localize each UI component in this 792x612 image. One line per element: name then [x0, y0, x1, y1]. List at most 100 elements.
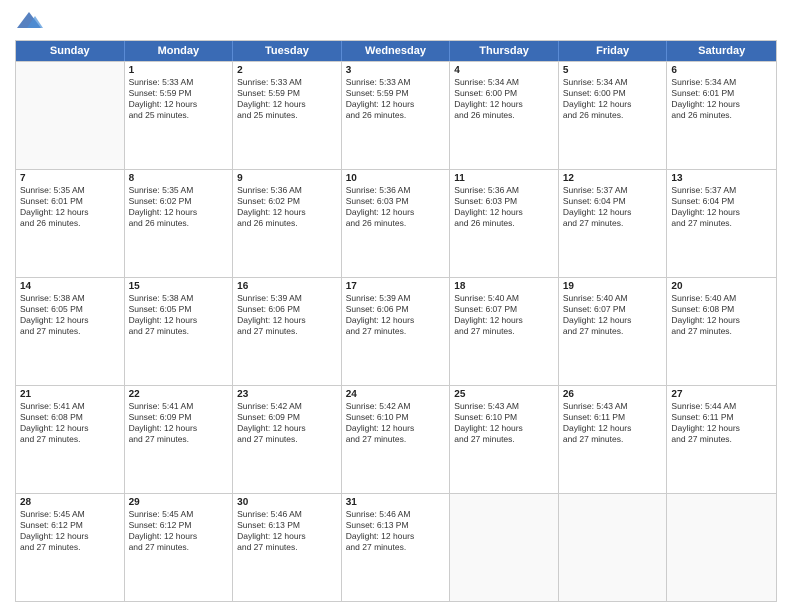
header-day-tuesday: Tuesday — [233, 41, 342, 61]
daylight-text: Daylight: 12 hours — [237, 531, 337, 542]
daylight-text: Daylight: 12 hours — [454, 207, 554, 218]
daylight-text: Daylight: 12 hours — [454, 423, 554, 434]
sunset-text: Sunset: 6:13 PM — [237, 520, 337, 531]
calendar-cell-4-2: 30Sunrise: 5:46 AMSunset: 6:13 PMDayligh… — [233, 494, 342, 601]
daylight-text: Daylight: 12 hours — [563, 99, 663, 110]
sunrise-text: Sunrise: 5:46 AM — [237, 509, 337, 520]
daylight-text: Daylight: 12 hours — [671, 423, 772, 434]
sunrise-text: Sunrise: 5:42 AM — [237, 401, 337, 412]
daylight-text2: and 27 minutes. — [563, 326, 663, 337]
sunrise-text: Sunrise: 5:36 AM — [454, 185, 554, 196]
daylight-text2: and 27 minutes. — [20, 326, 120, 337]
day-number: 2 — [237, 65, 337, 76]
calendar-cell-3-4: 25Sunrise: 5:43 AMSunset: 6:10 PMDayligh… — [450, 386, 559, 493]
daylight-text: Daylight: 12 hours — [346, 315, 446, 326]
sunset-text: Sunset: 6:08 PM — [671, 304, 772, 315]
daylight-text2: and 27 minutes. — [237, 542, 337, 553]
daylight-text: Daylight: 12 hours — [237, 423, 337, 434]
day-number: 23 — [237, 389, 337, 400]
daylight-text2: and 26 minutes. — [129, 218, 229, 229]
calendar-cell-0-3: 3Sunrise: 5:33 AMSunset: 5:59 PMDaylight… — [342, 62, 451, 169]
calendar-row-3: 21Sunrise: 5:41 AMSunset: 6:08 PMDayligh… — [16, 385, 776, 493]
sunset-text: Sunset: 6:02 PM — [237, 196, 337, 207]
sunrise-text: Sunrise: 5:36 AM — [237, 185, 337, 196]
day-number: 4 — [454, 65, 554, 76]
daylight-text: Daylight: 12 hours — [20, 423, 120, 434]
sunrise-text: Sunrise: 5:33 AM — [346, 77, 446, 88]
daylight-text2: and 27 minutes. — [20, 542, 120, 553]
sunrise-text: Sunrise: 5:45 AM — [20, 509, 120, 520]
calendar-cell-0-1: 1Sunrise: 5:33 AMSunset: 5:59 PMDaylight… — [125, 62, 234, 169]
sunset-text: Sunset: 6:05 PM — [129, 304, 229, 315]
header — [15, 10, 777, 32]
daylight-text: Daylight: 12 hours — [129, 423, 229, 434]
sunset-text: Sunset: 6:01 PM — [20, 196, 120, 207]
daylight-text2: and 27 minutes. — [454, 326, 554, 337]
sunrise-text: Sunrise: 5:43 AM — [563, 401, 663, 412]
daylight-text2: and 27 minutes. — [671, 218, 772, 229]
calendar-row-2: 14Sunrise: 5:38 AMSunset: 6:05 PMDayligh… — [16, 277, 776, 385]
calendar-cell-2-3: 17Sunrise: 5:39 AMSunset: 6:06 PMDayligh… — [342, 278, 451, 385]
calendar-cell-4-1: 29Sunrise: 5:45 AMSunset: 6:12 PMDayligh… — [125, 494, 234, 601]
day-number: 18 — [454, 281, 554, 292]
calendar-cell-3-3: 24Sunrise: 5:42 AMSunset: 6:10 PMDayligh… — [342, 386, 451, 493]
sunset-text: Sunset: 6:11 PM — [563, 412, 663, 423]
calendar-cell-1-0: 7Sunrise: 5:35 AMSunset: 6:01 PMDaylight… — [16, 170, 125, 277]
logo-icon — [15, 10, 43, 32]
day-number: 9 — [237, 173, 337, 184]
daylight-text: Daylight: 12 hours — [237, 99, 337, 110]
daylight-text: Daylight: 12 hours — [563, 423, 663, 434]
daylight-text2: and 25 minutes. — [129, 110, 229, 121]
day-number: 25 — [454, 389, 554, 400]
sunset-text: Sunset: 6:06 PM — [237, 304, 337, 315]
calendar-cell-0-6: 6Sunrise: 5:34 AMSunset: 6:01 PMDaylight… — [667, 62, 776, 169]
sunrise-text: Sunrise: 5:37 AM — [671, 185, 772, 196]
sunrise-text: Sunrise: 5:34 AM — [563, 77, 663, 88]
daylight-text2: and 27 minutes. — [671, 326, 772, 337]
calendar-header: SundayMondayTuesdayWednesdayThursdayFrid… — [16, 41, 776, 61]
sunset-text: Sunset: 6:01 PM — [671, 88, 772, 99]
day-number: 30 — [237, 497, 337, 508]
daylight-text2: and 25 minutes. — [237, 110, 337, 121]
calendar-cell-4-5 — [559, 494, 668, 601]
day-number: 20 — [671, 281, 772, 292]
calendar-cell-4-4 — [450, 494, 559, 601]
daylight-text2: and 27 minutes. — [563, 434, 663, 445]
day-number: 17 — [346, 281, 446, 292]
daylight-text2: and 26 minutes. — [671, 110, 772, 121]
day-number: 5 — [563, 65, 663, 76]
calendar-cell-1-2: 9Sunrise: 5:36 AMSunset: 6:02 PMDaylight… — [233, 170, 342, 277]
calendar-cell-1-4: 11Sunrise: 5:36 AMSunset: 6:03 PMDayligh… — [450, 170, 559, 277]
sunset-text: Sunset: 6:00 PM — [454, 88, 554, 99]
sunrise-text: Sunrise: 5:40 AM — [671, 293, 772, 304]
day-number: 12 — [563, 173, 663, 184]
daylight-text2: and 26 minutes. — [454, 218, 554, 229]
sunset-text: Sunset: 6:05 PM — [20, 304, 120, 315]
calendar-cell-0-5: 5Sunrise: 5:34 AMSunset: 6:00 PMDaylight… — [559, 62, 668, 169]
calendar-cell-4-3: 31Sunrise: 5:46 AMSunset: 6:13 PMDayligh… — [342, 494, 451, 601]
daylight-text: Daylight: 12 hours — [454, 315, 554, 326]
header-day-thursday: Thursday — [450, 41, 559, 61]
day-number: 13 — [671, 173, 772, 184]
calendar-cell-3-0: 21Sunrise: 5:41 AMSunset: 6:08 PMDayligh… — [16, 386, 125, 493]
daylight-text: Daylight: 12 hours — [346, 531, 446, 542]
sunset-text: Sunset: 6:04 PM — [671, 196, 772, 207]
day-number: 1 — [129, 65, 229, 76]
day-number: 26 — [563, 389, 663, 400]
calendar-cell-2-1: 15Sunrise: 5:38 AMSunset: 6:05 PMDayligh… — [125, 278, 234, 385]
daylight-text2: and 27 minutes. — [129, 434, 229, 445]
day-number: 27 — [671, 389, 772, 400]
day-number: 8 — [129, 173, 229, 184]
daylight-text: Daylight: 12 hours — [671, 99, 772, 110]
daylight-text2: and 27 minutes. — [346, 434, 446, 445]
sunset-text: Sunset: 6:12 PM — [129, 520, 229, 531]
daylight-text: Daylight: 12 hours — [563, 207, 663, 218]
calendar-cell-2-0: 14Sunrise: 5:38 AMSunset: 6:05 PMDayligh… — [16, 278, 125, 385]
day-number: 19 — [563, 281, 663, 292]
day-number: 21 — [20, 389, 120, 400]
daylight-text2: and 26 minutes. — [237, 218, 337, 229]
sunset-text: Sunset: 6:11 PM — [671, 412, 772, 423]
page: SundayMondayTuesdayWednesdayThursdayFrid… — [0, 0, 792, 612]
daylight-text2: and 27 minutes. — [129, 542, 229, 553]
calendar-cell-4-6 — [667, 494, 776, 601]
